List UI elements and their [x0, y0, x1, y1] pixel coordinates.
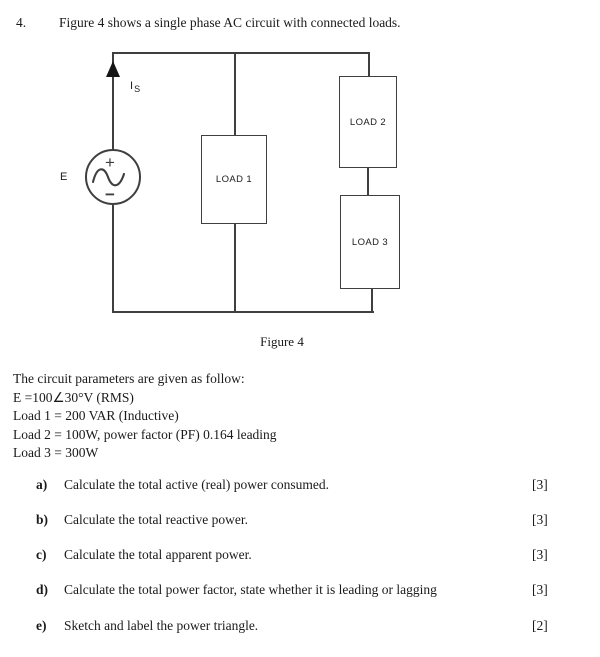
load-3-label: LOAD 3	[351, 236, 389, 248]
source-minus-icon: −	[105, 185, 115, 204]
parameters-intro: The circuit parameters are given as foll…	[13, 371, 245, 386]
subquestion-d: d) Calculate the total power factor, sta…	[0, 582, 600, 605]
subquestion-b: b) Calculate the total reactive power. […	[0, 512, 600, 535]
figure-caption: Figure 4	[0, 334, 600, 350]
wire-load3-bottom	[371, 288, 373, 312]
source-voltage-label: E	[60, 171, 68, 183]
wire-load1-top	[234, 52, 236, 136]
subquestion-text: Calculate the total reactive power.	[64, 512, 249, 527]
wire-left-lower	[112, 205, 114, 312]
subquestion-tag: c)	[36, 547, 47, 562]
subquestion-text: Calculate the total apparent power.	[64, 547, 252, 562]
wire-top-rail	[113, 52, 370, 54]
parameter-line: Load 2 = 100W, power factor (PF) 0.164 l…	[13, 426, 277, 442]
subquestion-tag: d)	[36, 582, 49, 597]
subquestion-marks: [3]	[532, 477, 548, 492]
subquestion-marks: [3]	[532, 547, 548, 562]
subquestion-text: Calculate the total power factor, state …	[64, 582, 437, 597]
subquestion-marks: [3]	[532, 512, 548, 527]
figure-caption-text: Figure 4	[260, 334, 304, 349]
current-arrow-icon	[106, 61, 120, 77]
subquestion-e: e) Sketch and label the power triangle. …	[0, 618, 600, 641]
circuit-parameters: The circuit parameters are given as foll…	[13, 370, 573, 463]
subquestion-text: Sketch and label the power triangle.	[64, 618, 259, 633]
circuit-diagram: IS + − E LOAD 1 LOAD 2 LOAD 3	[0, 40, 600, 340]
wire-load2-top	[368, 52, 370, 77]
wire-load1-bottom	[234, 223, 236, 312]
wire-load2-load3	[367, 167, 369, 196]
question-prompt: Figure 4 shows a single phase AC circuit…	[59, 15, 401, 30]
load-2-label: LOAD 2	[349, 116, 387, 128]
subquestion-c: c) Calculate the total apparent power. […	[0, 547, 600, 570]
subquestion-tag: a)	[36, 477, 48, 492]
subquestion-text: Calculate the total active (real) power …	[64, 477, 330, 492]
parameter-line: Load 3 = 300W	[13, 445, 99, 461]
subquestion-marks: [3]	[532, 582, 548, 597]
subquestion-a: a) Calculate the total active (real) pow…	[0, 477, 600, 500]
load-1-box: LOAD 1	[201, 135, 267, 224]
wire-bottom-rail	[112, 311, 374, 313]
current-subscript: S	[134, 84, 141, 94]
subquestion-tag: b)	[36, 512, 49, 527]
source-current-label: IS	[130, 80, 141, 94]
parameter-line: E =100∠30°V (RMS)	[13, 389, 134, 405]
subquestion-marks: [2]	[532, 618, 548, 633]
question-number: 4.	[16, 15, 27, 30]
load-1-label: LOAD 1	[215, 174, 253, 185]
load-3-box: LOAD 3	[340, 195, 400, 289]
parameter-line: Load 1 = 200 VAR (Inductive)	[13, 408, 179, 424]
load-2-box: LOAD 2	[339, 76, 397, 168]
subquestion-tag: e)	[36, 618, 47, 633]
current-symbol: I	[130, 80, 134, 92]
